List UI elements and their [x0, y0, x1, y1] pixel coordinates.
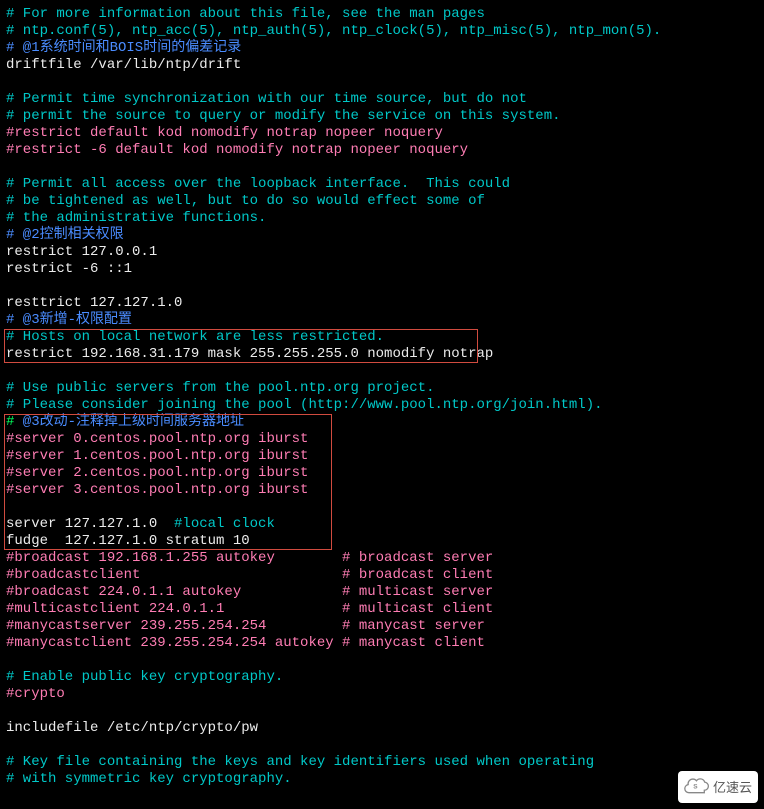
code-token: server 127.127.1.0 [6, 516, 174, 532]
code-token: restrict 192.168.31.179 mask 255.255.255… [6, 346, 493, 362]
code-token: #server 1.centos.pool.ntp.org iburst [6, 448, 308, 464]
code-line: #crypto [6, 686, 758, 703]
code-line: #broadcastclient # broadcast client [6, 567, 758, 584]
code-token: # be tightened as well, but to do so wou… [6, 193, 485, 209]
code-line [6, 737, 758, 754]
code-line [6, 278, 758, 295]
code-line: # ntp.conf(5), ntp_acc(5), ntp_auth(5), … [6, 23, 758, 40]
code-line: #multicastclient 224.0.1.1 # multicast c… [6, 601, 758, 618]
code-token: # ntp.conf(5), ntp_acc(5), ntp_auth(5), … [6, 23, 661, 39]
code-token: @3改动-注释掉上级时间服务器地址 [14, 414, 244, 430]
code-token: #local clock [174, 516, 275, 532]
code-token: #broadcast 224.0.1.1 autokey # multicast… [6, 584, 493, 600]
code-token: # Key file containing the keys and key i… [6, 754, 594, 770]
code-line: # be tightened as well, but to do so wou… [6, 193, 758, 210]
code-token: #restrict -6 default kod nomodify notrap… [6, 142, 468, 158]
code-token: fudge 127.127.1.0 stratum 10 [6, 533, 250, 549]
code-token: # Permit time synchronization with our t… [6, 91, 527, 107]
code-token: # permit the source to query or modify t… [6, 108, 561, 124]
code-line: # Permit all access over the loopback in… [6, 176, 758, 193]
code-token: restrict -6 ::1 [6, 261, 132, 277]
code-token: #crypto [6, 686, 65, 702]
code-token: driftfile /var/lib/ntp/drift [6, 57, 241, 73]
code-token: # with symmetric key cryptography. [6, 771, 292, 787]
code-line: # Permit time synchronization with our t… [6, 91, 758, 108]
code-line: #server 2.centos.pool.ntp.org iburst [6, 465, 758, 482]
code-line: #manycastserver 239.255.254.254 # manyca… [6, 618, 758, 635]
code-line: restrict 192.168.31.179 mask 255.255.255… [6, 346, 758, 363]
code-line [6, 703, 758, 720]
code-line: # @2控制相关权限 [6, 227, 758, 244]
code-line: # Please consider joining the pool (http… [6, 397, 758, 414]
code-token: #server 0.centos.pool.ntp.org iburst [6, 431, 308, 447]
code-line: #restrict -6 default kod nomodify notrap… [6, 142, 758, 159]
code-token: #server 3.centos.pool.ntp.org iburst [6, 482, 308, 498]
code-line: #manycastclient 239.255.254.254 autokey … [6, 635, 758, 652]
code-token: restrict 127.0.0.1 [6, 244, 157, 260]
config-file-editor: # For more information about this file, … [0, 0, 764, 794]
code-line [6, 74, 758, 91]
code-line: #server 3.centos.pool.ntp.org iburst [6, 482, 758, 499]
code-token: # the administrative functions. [6, 210, 266, 226]
code-line: #broadcast 192.168.1.255 autokey # broad… [6, 550, 758, 567]
code-line: # @3新增-权限配置 [6, 312, 758, 329]
watermark-badge: S 亿速云 [678, 771, 758, 803]
code-line: # Key file containing the keys and key i… [6, 754, 758, 771]
code-line: driftfile /var/lib/ntp/drift [6, 57, 758, 74]
code-token: # Use public servers from the pool.ntp.o… [6, 380, 434, 396]
code-line [6, 159, 758, 176]
code-token: #broadcast 192.168.1.255 autokey # broad… [6, 550, 493, 566]
code-token: # @3新增-权限配置 [6, 312, 132, 328]
watermark-text: 亿速云 [713, 779, 752, 796]
code-line: #broadcast 224.0.1.1 autokey # multicast… [6, 584, 758, 601]
code-token: # Hosts on local network are less restri… [6, 329, 384, 345]
code-line: # the administrative functions. [6, 210, 758, 227]
code-token: # @1系统时间和BOIS时间的偏差记录 [6, 40, 241, 56]
code-line: # @3改动-注释掉上级时间服务器地址 [6, 414, 758, 431]
svg-text:S: S [693, 784, 698, 791]
code-token: #server 2.centos.pool.ntp.org iburst [6, 465, 308, 481]
code-token: # Permit all access over the loopback in… [6, 176, 510, 192]
code-line: # Hosts on local network are less restri… [6, 329, 758, 346]
code-line: # For more information about this file, … [6, 6, 758, 23]
code-token: resttrict 127.127.1.0 [6, 295, 182, 311]
code-line: # permit the source to query or modify t… [6, 108, 758, 125]
code-token: # @2控制相关权限 [6, 227, 124, 243]
code-line: # @1系统时间和BOIS时间的偏差记录 [6, 40, 758, 57]
code-line: restrict -6 ::1 [6, 261, 758, 278]
code-line: #restrict default kod nomodify notrap no… [6, 125, 758, 142]
code-line: #server 1.centos.pool.ntp.org iburst [6, 448, 758, 465]
code-token: #broadcastclient # broadcast client [6, 567, 493, 583]
code-line [6, 363, 758, 380]
code-token: # For more information about this file, … [6, 6, 485, 22]
code-token: includefile /etc/ntp/crypto/pw [6, 720, 258, 736]
code-token: #manycastserver 239.255.254.254 # manyca… [6, 618, 485, 634]
code-line: fudge 127.127.1.0 stratum 10 [6, 533, 758, 550]
code-token: #restrict default kod nomodify notrap no… [6, 125, 443, 141]
code-line: #server 0.centos.pool.ntp.org iburst [6, 431, 758, 448]
code-line [6, 652, 758, 669]
code-token: #multicastclient 224.0.1.1 # multicast c… [6, 601, 493, 617]
code-line: restrict 127.0.0.1 [6, 244, 758, 261]
code-line: includefile /etc/ntp/crypto/pw [6, 720, 758, 737]
code-token: #manycastclient 239.255.254.254 autokey … [6, 635, 485, 651]
code-line: # Use public servers from the pool.ntp.o… [6, 380, 758, 397]
code-line: # Enable public key cryptography. [6, 669, 758, 686]
code-line: resttrict 127.127.1.0 [6, 295, 758, 312]
code-token: # Enable public key cryptography. [6, 669, 283, 685]
code-line: server 127.127.1.0 #local clock [6, 516, 758, 533]
code-line [6, 499, 758, 516]
code-line: # with symmetric key cryptography. [6, 771, 758, 788]
cloud-icon: S [684, 778, 710, 796]
code-token: # Please consider joining the pool (http… [6, 397, 603, 413]
